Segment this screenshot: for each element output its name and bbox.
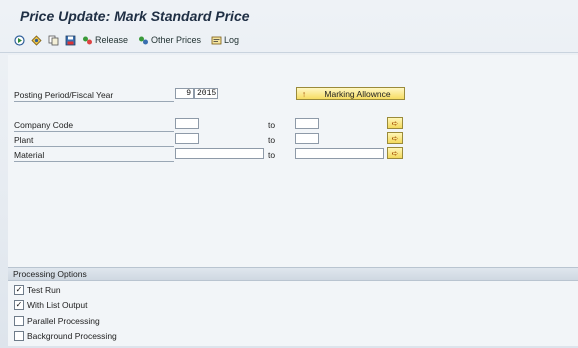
background-processing-option[interactable]: Background Processing xyxy=(14,331,117,341)
plant-multiple-selection-button[interactable]: ➪ xyxy=(387,132,403,144)
arrow-right-icon: ➪ xyxy=(391,148,399,158)
release-label: Release xyxy=(95,35,129,45)
company-code-to-label: to xyxy=(268,120,276,130)
background-processing-label: Background Processing xyxy=(27,331,117,341)
list-output-checkbox[interactable]: ✓ xyxy=(14,300,24,310)
plant-to-label: to xyxy=(268,135,276,145)
copy-icon xyxy=(48,35,59,45)
execute-button[interactable] xyxy=(14,33,25,47)
plant-from-input[interactable] xyxy=(175,133,199,144)
test-run-option[interactable]: ✓ Test Run xyxy=(14,285,61,295)
background-processing-checkbox[interactable] xyxy=(14,331,24,341)
fiscal-year-input[interactable]: 2015 xyxy=(194,88,218,99)
arrow-right-icon: ➪ xyxy=(391,118,399,128)
material-to-label: to xyxy=(268,150,276,160)
company-code-from-input[interactable] xyxy=(175,118,199,129)
parallel-processing-option[interactable]: Parallel Processing xyxy=(14,316,100,326)
log-label: Log xyxy=(224,35,240,45)
application-toolbar: Release Other Prices Log xyxy=(14,32,239,48)
other-prices-button[interactable]: Other Prices xyxy=(138,33,201,47)
save-icon xyxy=(65,35,76,45)
material-from-input[interactable] xyxy=(175,148,264,159)
material-label: Material xyxy=(14,150,45,160)
plant-label: Plant xyxy=(14,135,34,145)
plant-to-input[interactable] xyxy=(295,133,319,144)
material-underline xyxy=(14,161,174,162)
material-multiple-selection-button[interactable]: ➪ xyxy=(387,147,403,159)
list-output-label: With List Output xyxy=(27,300,88,310)
variants-icon xyxy=(31,34,42,46)
save-button[interactable] xyxy=(65,33,76,47)
list-output-option[interactable]: ✓ With List Output xyxy=(14,300,87,310)
marking-allowance-button[interactable]: ↑ Marking Allownce xyxy=(296,87,405,100)
posting-period-underline xyxy=(14,101,174,102)
processing-options-header: Processing Options xyxy=(8,268,578,281)
sap-window: Price Update: Mark Standard Price Releas… xyxy=(0,0,578,348)
company-code-underline xyxy=(14,131,174,132)
toolbar-divider xyxy=(0,52,578,53)
log-icon xyxy=(211,36,222,44)
posting-period-label: Posting Period/Fiscal Year xyxy=(14,90,114,100)
parallel-processing-checkbox[interactable] xyxy=(14,316,24,326)
material-to-input[interactable] xyxy=(295,148,384,159)
parallel-processing-label: Parallel Processing xyxy=(27,316,100,326)
company-code-to-input[interactable] xyxy=(295,118,319,129)
arrow-up-icon: ↑ xyxy=(301,88,307,99)
other-prices-label: Other Prices xyxy=(151,35,202,45)
release-icon xyxy=(83,36,92,44)
test-run-label: Test Run xyxy=(27,285,61,295)
copy-button[interactable] xyxy=(48,33,59,47)
variants-button[interactable] xyxy=(31,33,42,47)
execute-icon xyxy=(14,34,25,46)
page-title: Price Update: Mark Standard Price xyxy=(20,8,250,24)
test-run-checkbox[interactable]: ✓ xyxy=(14,285,24,295)
company-code-label: Company Code xyxy=(14,120,74,130)
release-button[interactable]: Release xyxy=(82,33,128,47)
company-code-multiple-selection-button[interactable]: ➪ xyxy=(387,117,403,129)
plant-underline xyxy=(14,146,174,147)
period-input[interactable]: 9 xyxy=(175,88,194,99)
log-button[interactable]: Log xyxy=(211,33,239,47)
arrow-right-icon: ➪ xyxy=(391,133,399,143)
marking-allowance-label: Marking Allownce xyxy=(324,88,391,99)
other-prices-icon xyxy=(139,36,149,44)
